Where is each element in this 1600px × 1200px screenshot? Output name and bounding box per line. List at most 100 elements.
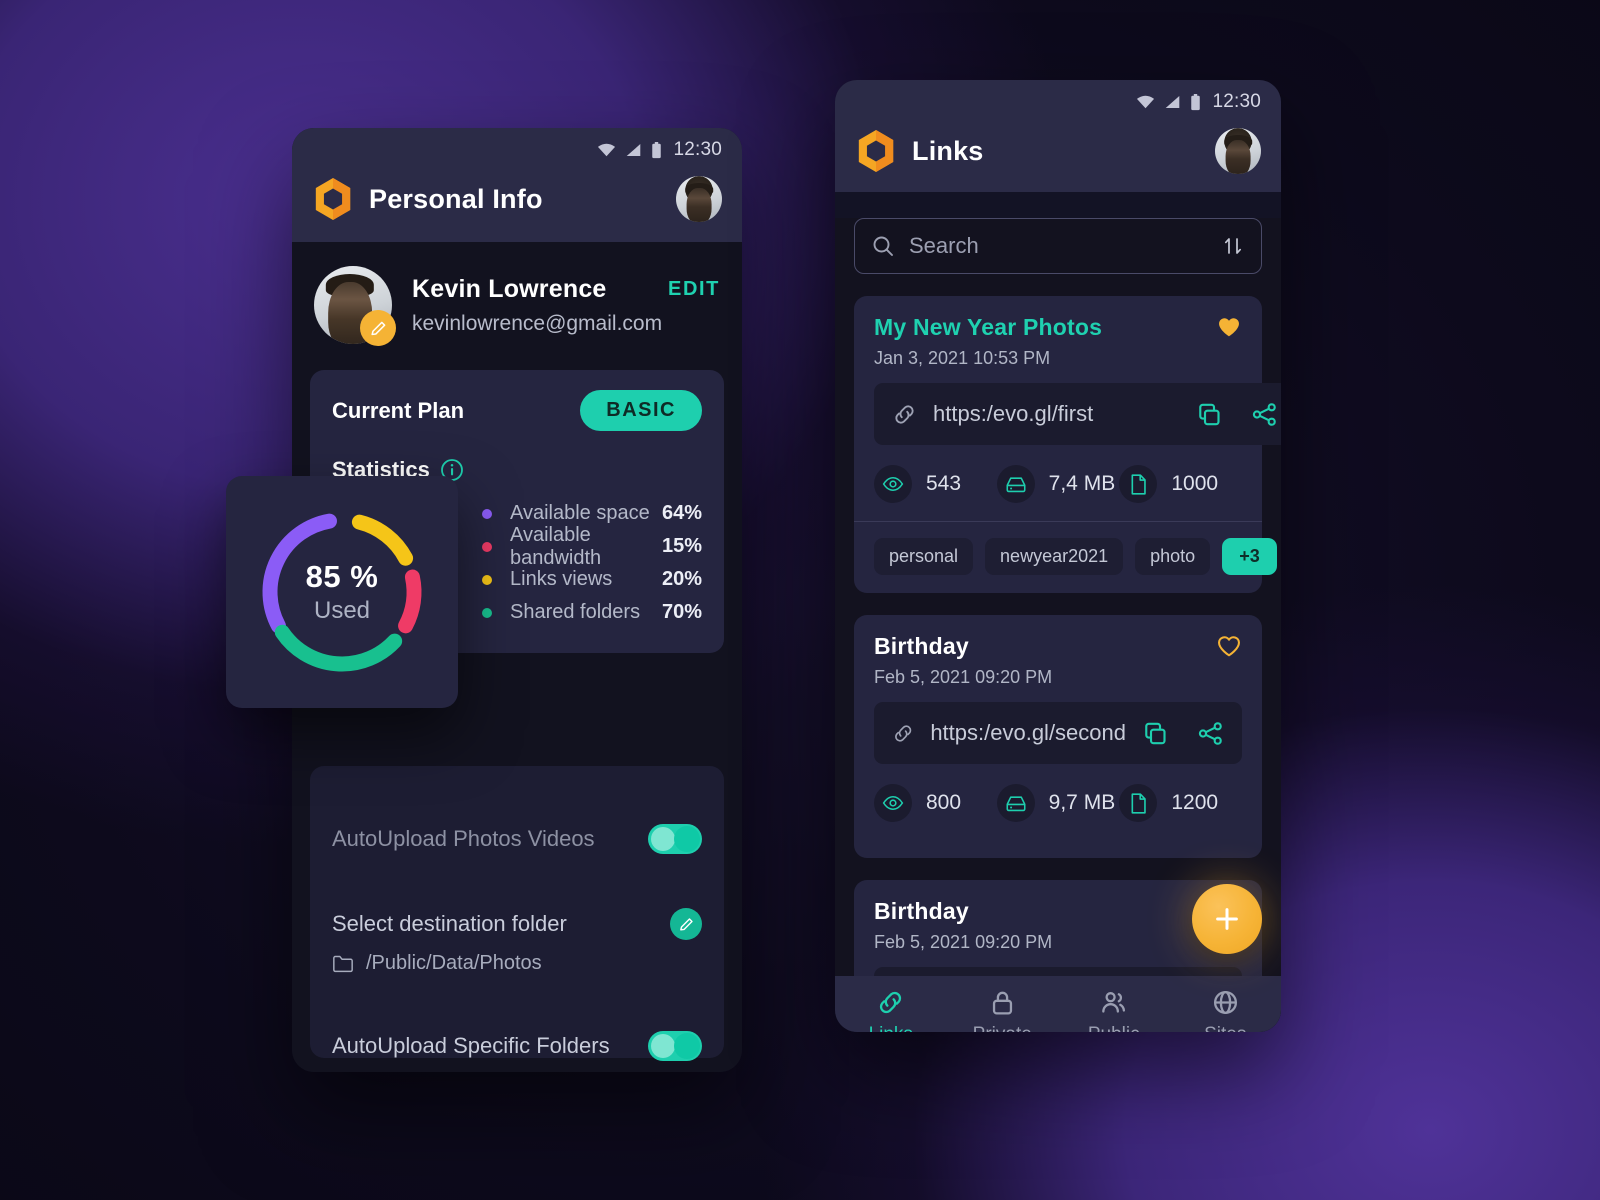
link-metric: 9,7 MB xyxy=(996,784,1120,822)
link-icon xyxy=(895,724,912,742)
metric-icon-wrap xyxy=(996,465,1035,503)
statistics-name: Links views xyxy=(510,568,613,590)
link-card[interactable]: My New Year Photos Jan 3, 2021 10:53 PM ht… xyxy=(854,296,1281,593)
profile-avatar[interactable] xyxy=(314,266,396,346)
search-input[interactable]: Search xyxy=(909,233,979,259)
right-screen: Search My New Year Photos Jan 3, 2021 10:… xyxy=(835,218,1281,1032)
plan-badge[interactable]: BASIC xyxy=(580,390,702,431)
tag-chip[interactable]: newyear2021 xyxy=(985,538,1124,575)
link-url-bar[interactable]: https:/evo.gl/first xyxy=(874,383,1281,445)
link-icon xyxy=(895,404,914,424)
pencil-icon xyxy=(679,917,693,931)
setting-label-destination-1: Select destination folder xyxy=(332,911,567,936)
link-card[interactable]: Birthday Feb 5, 2021 09:20 PM https:/evo.g… xyxy=(854,615,1262,858)
statistics-row: Links views 20% xyxy=(482,563,702,596)
battery-icon xyxy=(652,141,662,158)
link-card-title: Birthday xyxy=(874,898,969,924)
tag-chip[interactable]: photo xyxy=(1135,538,1211,575)
signal-icon xyxy=(627,144,641,156)
link-metric: 800 xyxy=(874,784,997,822)
signal-icon xyxy=(1166,96,1180,108)
right-clock: 12:30 xyxy=(1212,91,1261,112)
statistics-color-dot xyxy=(482,574,492,585)
nav-item-public[interactable]: Public xyxy=(1058,988,1170,1032)
left-status-bar: 12:30 xyxy=(292,128,742,162)
tag-chip[interactable]: personal xyxy=(874,538,974,575)
statistics-color-dot xyxy=(482,508,492,519)
link-url-bar[interactable]: https:/evo.gl/second xyxy=(874,702,1242,764)
nav-item-private[interactable]: Private xyxy=(947,988,1059,1032)
share-icon[interactable] xyxy=(1197,720,1224,747)
metric-value: 543 xyxy=(926,472,962,495)
setting-row-autoupload-photos[interactable]: AutoUpload Photos Videos xyxy=(332,766,702,854)
link-card-date: Feb 5, 2021 09:20 PM xyxy=(874,932,1053,952)
left-appbar: 12:30 Personal Info xyxy=(292,128,742,242)
nav-item-links[interactable]: Links xyxy=(835,988,947,1032)
search-bar[interactable]: Search xyxy=(854,218,1262,274)
edit-destination-1-button[interactable] xyxy=(670,908,702,940)
disk-icon xyxy=(1006,477,1026,493)
statistics-name: Available bandwidth xyxy=(510,523,602,569)
eye-icon xyxy=(882,476,904,492)
avatar-face xyxy=(1225,140,1251,174)
heart-icon-outline[interactable] xyxy=(1216,633,1242,659)
setting-label-autoupload-folders: AutoUpload Specific Folders xyxy=(332,1033,610,1058)
link-metric: 543 xyxy=(874,465,997,503)
favorite-button[interactable] xyxy=(1216,314,1242,345)
link-metrics: 800 9,7 MB 1200 xyxy=(874,784,1242,840)
statistics-list: Available space 64% Available bandwidth 15%… xyxy=(482,497,702,629)
right-avatar-button[interactable] xyxy=(1215,128,1261,174)
metric-value: 7,4 MB xyxy=(1048,472,1116,495)
profile-name: Kevin Lowrence xyxy=(412,274,607,303)
statistics-value: 20% xyxy=(661,568,702,590)
copy-icon[interactable] xyxy=(1142,720,1169,747)
profile-row: Kevin Lowrence kevinlowrence@gmail.com E… xyxy=(292,242,742,346)
share-icon[interactable] xyxy=(1251,401,1278,428)
search-icon xyxy=(873,236,893,256)
toggle-autoupload-folders[interactable] xyxy=(648,1031,702,1061)
nav-item-sites[interactable]: Sites xyxy=(1170,988,1282,1032)
copy-icon[interactable] xyxy=(1196,401,1223,428)
setting-label-autoupload-photos: AutoUpload Photos Videos xyxy=(332,826,595,851)
link-card-date: Feb 5, 2021 09:20 PM xyxy=(874,667,1053,687)
left-appbar-row: Personal Info xyxy=(292,162,742,236)
statistics-value: 64% xyxy=(661,502,702,524)
tag-chip-more[interactable]: +3 xyxy=(1222,538,1277,575)
link-metrics: 543 7,4 MB 1000 xyxy=(874,465,1242,521)
link-url-text: https:/evo.gl/first xyxy=(933,401,1094,426)
sort-icon[interactable] xyxy=(1221,234,1245,258)
favorite-button[interactable] xyxy=(1216,633,1242,664)
donut-percent: 85 % xyxy=(305,559,379,594)
heart-icon-filled[interactable] xyxy=(1216,314,1242,340)
bottom-navigation: Links Private Public Sites xyxy=(835,976,1281,1032)
profile-email: kevinlowrence@gmail.com xyxy=(412,311,663,335)
toggle-track xyxy=(651,1034,675,1058)
avatar-edit-badge[interactable] xyxy=(360,310,396,346)
edit-profile-button[interactable]: EDIT xyxy=(668,266,720,301)
wifi-icon xyxy=(1137,95,1155,109)
right-page-title: Links xyxy=(912,135,984,166)
pencil-icon xyxy=(370,321,385,335)
link-tags: personal newyear2021 photo +3 xyxy=(874,522,1277,593)
current-plan-label: Current Plan xyxy=(332,397,465,423)
add-link-fab[interactable] xyxy=(1192,884,1262,954)
link-icon xyxy=(880,991,902,1014)
link-url-actions xyxy=(1196,401,1278,428)
donut-chart: 85 % Used xyxy=(251,501,433,683)
link-metric: 1000 xyxy=(1119,465,1242,503)
statistics-value: 15% xyxy=(661,535,702,557)
setting-row-destination-2[interactable]: Select destination folder /Public/Data/P… xyxy=(332,1061,702,1072)
toggle-autoupload-photos[interactable] xyxy=(648,824,702,854)
link-card-head: My New Year Photos Jan 3, 2021 10:53 PM xyxy=(874,314,1242,369)
battery-icon xyxy=(1191,93,1201,110)
file-icon xyxy=(1131,792,1146,814)
phone-links: 12:30 Links Search My New Year Photos Ja… xyxy=(835,80,1281,1032)
globe-icon xyxy=(1213,990,1237,1015)
left-avatar-button[interactable] xyxy=(676,176,722,222)
background: 12:30 Personal Info Kevin Lowrence kevin… xyxy=(0,0,1600,1200)
nav-item-label: Private xyxy=(973,1024,1032,1032)
settings-card: AutoUpload Photos Videos Select destinat… xyxy=(310,766,724,1061)
plan-row: Current Plan BASIC xyxy=(332,390,702,431)
setting-row-destination-1[interactable]: Select destination folder /Public/Data/P… xyxy=(332,854,702,975)
setting-row-autoupload-folders[interactable]: AutoUpload Specific Folders xyxy=(332,975,702,1061)
